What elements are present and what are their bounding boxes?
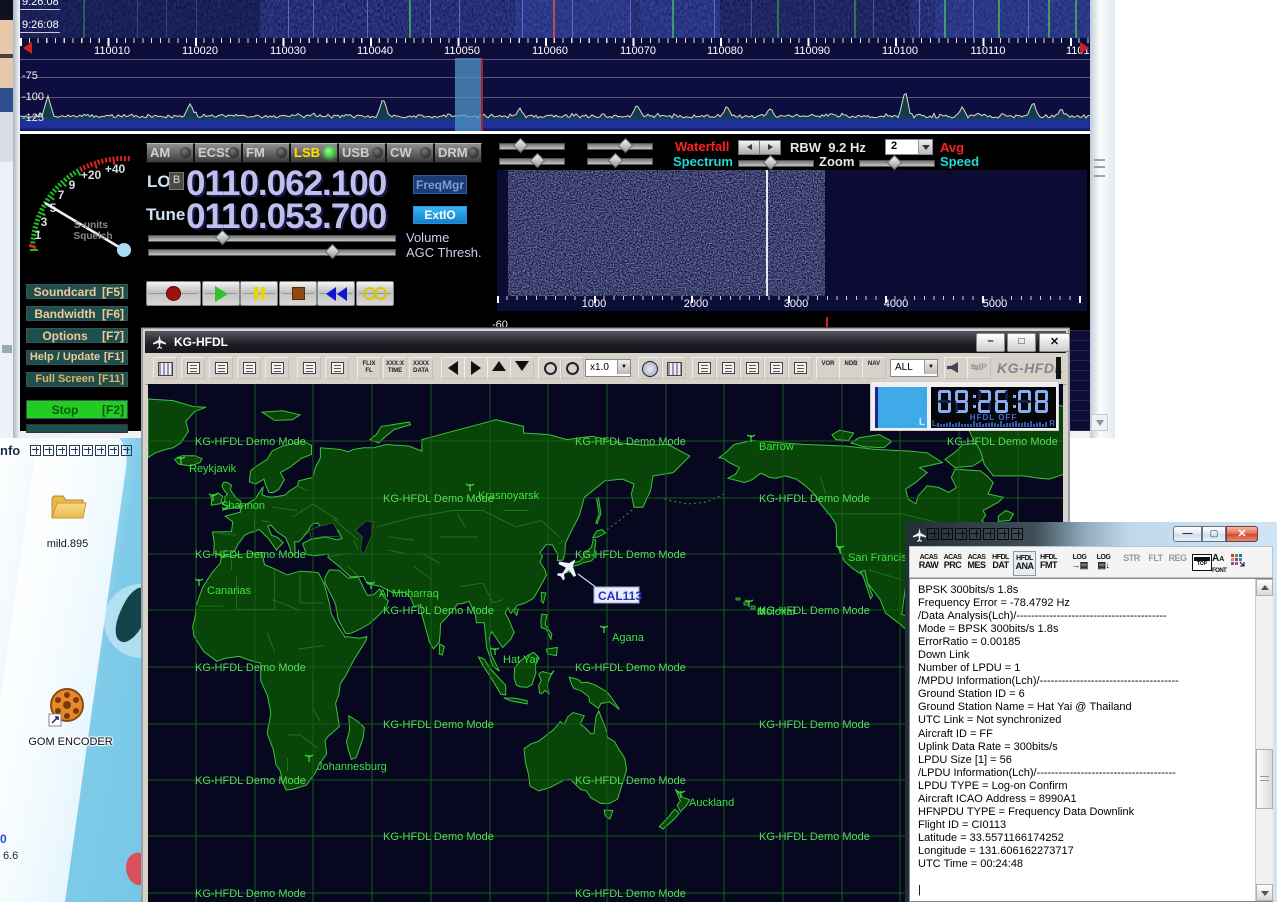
- svg-text:Shannon: Shannon: [221, 500, 265, 512]
- svg-text:KG-HFDL Demo Mode: KG-HFDL Demo Mode: [195, 775, 306, 787]
- svg-text:CAL113: CAL113: [598, 589, 642, 603]
- svg-text:KG-HFDL Demo Mode: KG-HFDL Demo Mode: [195, 888, 306, 900]
- svg-text:KG-HFDL Demo Mode: KG-HFDL Demo Mode: [759, 493, 870, 505]
- svg-text:KG-HFDL Demo Mode: KG-HFDL Demo Mode: [759, 831, 870, 843]
- svg-text:Canarias: Canarias: [207, 585, 252, 597]
- svg-text:Al Muharraq: Al Muharraq: [379, 588, 439, 600]
- svg-text:KG-HFDL Demo Mode: KG-HFDL Demo Mode: [383, 831, 494, 843]
- svg-text:KG-HFDL Demo Mode: KG-HFDL Demo Mode: [195, 662, 306, 674]
- svg-text:KG-HFDL Demo Mode: KG-HFDL Demo Mode: [575, 662, 686, 674]
- svg-text:Johannesburg: Johannesburg: [317, 761, 387, 773]
- svg-text:KG-HFDL Demo Mode: KG-HFDL Demo Mode: [759, 719, 870, 731]
- svg-text:Agana: Agana: [612, 632, 645, 644]
- svg-text:KG-HFDL Demo Mode: KG-HFDL Demo Mode: [575, 436, 686, 448]
- svg-text:Reykjavik: Reykjavik: [189, 463, 237, 475]
- svg-text:KG-HFDL Demo Mode: KG-HFDL Demo Mode: [947, 436, 1058, 448]
- svg-text:KG-HFDL Demo Mode: KG-HFDL Demo Mode: [575, 888, 686, 900]
- svg-text:KG-HFDL Demo Mode: KG-HFDL Demo Mode: [383, 605, 494, 617]
- svg-text:Hat Yai: Hat Yai: [503, 654, 538, 666]
- svg-text:Auckland: Auckland: [689, 797, 734, 809]
- svg-text:KG-HFDL Demo Mode: KG-HFDL Demo Mode: [195, 436, 306, 448]
- svg-text:Krasnoyarsk: Krasnoyarsk: [478, 490, 540, 502]
- svg-text:Barrow: Barrow: [759, 441, 794, 453]
- svg-text:KG-HFDL Demo Mode: KG-HFDL Demo Mode: [383, 719, 494, 731]
- svg-text:KG-HFDL Demo Mode: KG-HFDL Demo Mode: [195, 549, 306, 561]
- svg-text:Molokai: Molokai: [757, 606, 795, 618]
- svg-text:KG-HFDL Demo Mode: KG-HFDL Demo Mode: [575, 775, 686, 787]
- svg-text:KG-HFDL Demo Mode: KG-HFDL Demo Mode: [575, 549, 686, 561]
